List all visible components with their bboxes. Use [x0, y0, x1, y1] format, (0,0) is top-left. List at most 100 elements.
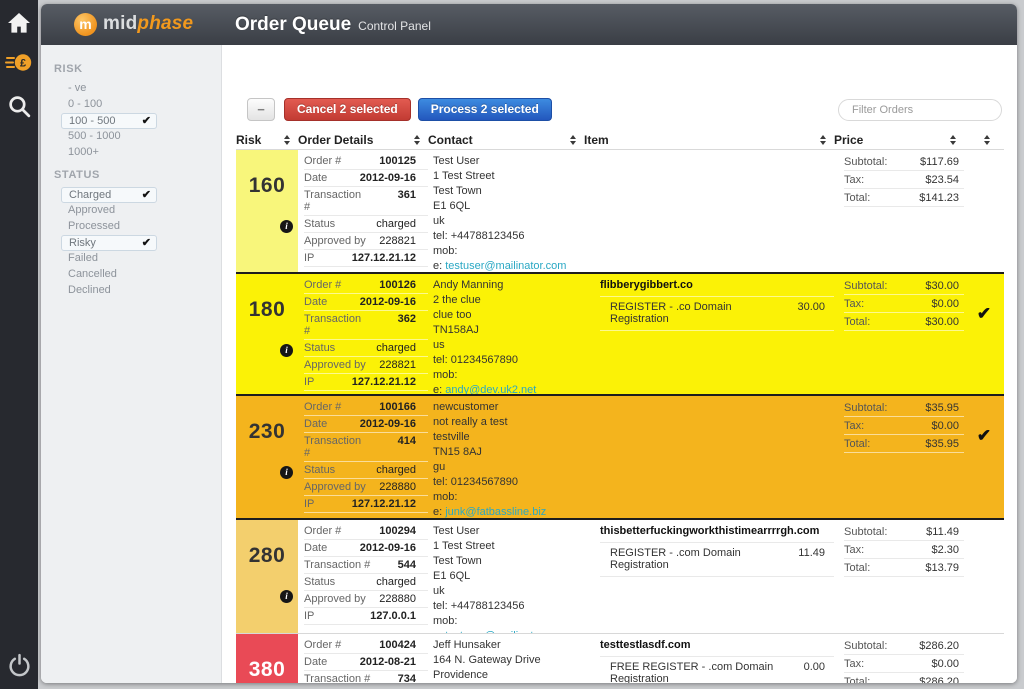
column-header-select[interactable]: [964, 130, 1004, 149]
price-label: Subtotal:: [844, 402, 887, 414]
select-cell[interactable]: [964, 520, 1004, 634]
info-icon[interactable]: i: [280, 344, 293, 357]
detail-row: Approved by228821: [304, 233, 428, 250]
price-row: Total:$35.95: [844, 435, 964, 453]
power-icon[interactable]: [0, 652, 38, 682]
filter-item-cancelled[interactable]: Cancelled: [68, 267, 221, 283]
sort-up-arrow: [284, 135, 290, 139]
contact-line: tel: +44788123456: [433, 599, 578, 614]
detail-value: 100126: [379, 279, 416, 291]
contact-line: E1 6QL: [433, 199, 578, 214]
contact-line: Providence: [433, 668, 578, 683]
contact-line: Test Town: [433, 554, 578, 569]
svg-text:£: £: [20, 58, 26, 70]
sort-up-arrow: [414, 135, 420, 139]
price-cell: Subtotal:$286.20Tax:$0.00Total:$286.20: [834, 634, 964, 683]
price-label: Total:: [844, 562, 870, 574]
detail-label: Order #: [304, 525, 341, 537]
info-icon[interactable]: i: [280, 466, 293, 479]
select-cell[interactable]: [964, 150, 1004, 272]
select-cell[interactable]: [964, 634, 1004, 683]
price-row: Tax:$23.54: [844, 171, 964, 189]
detail-label: Order #: [304, 279, 341, 291]
brand-wordmark[interactable]: midphase: [103, 13, 193, 35]
filter-item-failed[interactable]: Failed: [68, 251, 221, 267]
filter-item-1000[interactable]: 1000+: [68, 145, 221, 161]
order-row[interactable]: 230iOrder #100166Date2012-09-16Transacti…: [236, 396, 1004, 520]
collapse-button[interactable]: −: [247, 98, 275, 121]
email-link[interactable]: andy@dev.uk2.net: [445, 384, 536, 396]
app-window: m midphase Order QueueControl Panel RISK…: [41, 4, 1017, 683]
sort-icon: [570, 135, 576, 145]
detail-value: charged: [376, 576, 416, 588]
filter-item-processed[interactable]: Processed: [68, 219, 221, 235]
info-icon[interactable]: i: [280, 220, 293, 233]
detail-value: 2012-09-16: [360, 296, 416, 308]
filter-item-100-500[interactable]: 100 - 500✔: [61, 113, 157, 129]
detail-value: 127.0.0.1: [370, 610, 416, 622]
item-price: 0.00: [804, 661, 825, 683]
price-label: Total:: [844, 316, 870, 328]
contact-line: tel: +44788123456: [433, 229, 578, 244]
item-line: FREE REGISTER - .com Domain Registration…: [600, 657, 834, 683]
filter-item-label: Failed: [68, 252, 98, 264]
detail-row: Transaction #362: [304, 311, 428, 340]
item-cell: thisbetterfuckingworkthistimearrrrgh.com…: [584, 520, 834, 634]
detail-row: Approved by228880: [304, 479, 428, 496]
midphase-logo-icon[interactable]: m: [74, 13, 97, 36]
price-value: $30.00: [925, 280, 959, 292]
filter-item-0-100[interactable]: 0 - 100: [68, 97, 221, 113]
contact-line: 164 N. Gateway Drive: [433, 653, 578, 668]
detail-value: 362: [398, 313, 416, 325]
select-cell[interactable]: ✔: [964, 274, 1004, 396]
column-header-order-details[interactable]: Order Details: [298, 130, 428, 149]
filter-orders-input[interactable]: [838, 99, 1002, 121]
home-icon[interactable]: [0, 12, 38, 39]
page-title-group: Order QueueControl Panel: [235, 14, 431, 36]
price-label: Total:: [844, 438, 870, 450]
email-link[interactable]: junk@fatbassline.biz: [445, 506, 546, 518]
detail-row: IP127.12.21.12: [304, 374, 428, 391]
detail-row: Date2012-08-21: [304, 654, 428, 671]
detail-row: Statuscharged: [304, 216, 428, 233]
brand-mid: mid: [103, 13, 137, 34]
item-domain: thisbetterfuckingworkthistimearrrrgh.com: [600, 523, 834, 543]
search-icon[interactable]: [0, 94, 38, 124]
sort-down-arrow: [984, 141, 990, 145]
column-header-risk[interactable]: Risk: [236, 130, 298, 149]
email-link[interactable]: testuser@mailinator.com: [445, 260, 566, 272]
order-row[interactable]: 280iOrder #100294Date2012-09-16Transacti…: [236, 520, 1004, 634]
order-row[interactable]: 380iOrder #100424Date2012-08-21Transacti…: [236, 634, 1004, 683]
price-cell: Subtotal:$11.49Tax:$2.30Total:$13.79: [834, 520, 964, 634]
process-selected-button[interactable]: Process 2 selected: [418, 98, 552, 121]
detail-label: Order #: [304, 639, 341, 651]
detail-value: 228880: [379, 481, 416, 493]
filter-item-declined[interactable]: Declined: [68, 283, 221, 299]
selected-check-icon: ✔: [977, 426, 991, 445]
filter-item-approved[interactable]: Approved: [68, 203, 221, 219]
filter-item-label: Declined: [68, 284, 111, 296]
column-header-contact[interactable]: Contact: [428, 130, 584, 149]
filter-item-label: Charged: [69, 188, 111, 202]
order-row[interactable]: 160iOrder #100125Date2012-09-16Transacti…: [236, 150, 1004, 272]
filter-item-ve[interactable]: - ve: [68, 81, 221, 97]
check-icon: ✔: [142, 188, 151, 202]
filter-item-risky[interactable]: Risky✔: [61, 235, 157, 251]
currency-coin-icon[interactable]: £: [0, 52, 38, 78]
info-icon[interactable]: i: [280, 590, 293, 603]
column-header-price[interactable]: Price: [834, 130, 964, 149]
column-header-item[interactable]: Item: [584, 130, 834, 149]
cancel-selected-button[interactable]: Cancel 2 selected: [284, 98, 411, 121]
price-row: Subtotal:$286.20: [844, 637, 964, 655]
price-row: Tax:$0.00: [844, 417, 964, 435]
filter-item-charged[interactable]: Charged ✔: [61, 187, 157, 203]
detail-row: Order #100125: [304, 153, 428, 170]
detail-row: Transaction #414: [304, 433, 428, 462]
contact-line: tel: 01234567890: [433, 475, 578, 490]
select-cell[interactable]: ✔: [964, 396, 1004, 520]
order-row[interactable]: 180iOrder #100126Date2012-09-16Transacti…: [236, 272, 1004, 396]
filter-item-500-1000[interactable]: 500 - 1000: [68, 129, 221, 145]
contact-line: mob:: [433, 490, 578, 505]
toolbar: −Cancel 2 selected Process 2 selected: [247, 98, 1002, 122]
detail-label: Date: [304, 296, 327, 308]
